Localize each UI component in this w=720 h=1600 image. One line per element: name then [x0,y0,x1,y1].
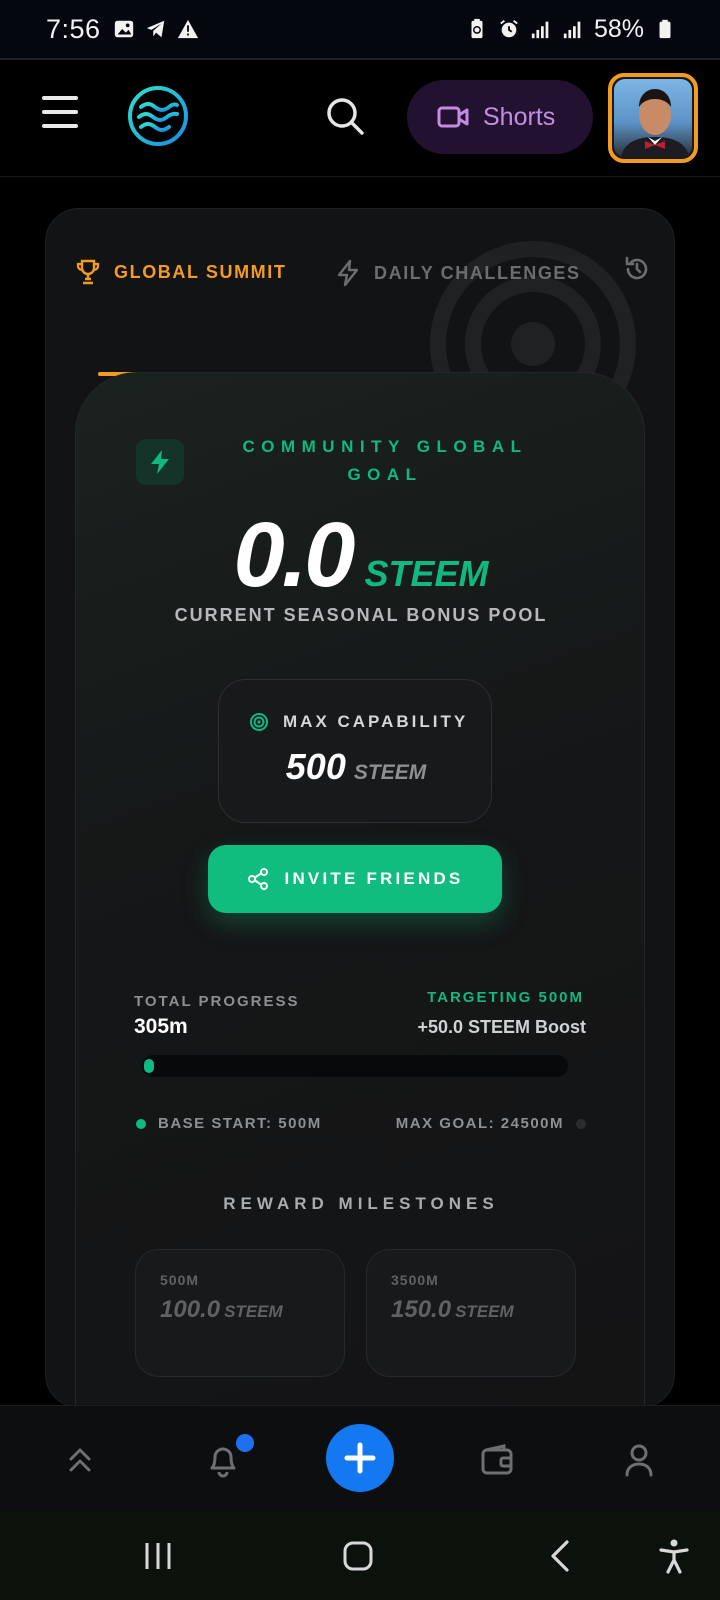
signal-icon [563,21,581,39]
alarm-icon [500,20,518,38]
milestone-unit: STEEM [455,1302,514,1321]
milestone-reward: 100.0 STEEM [160,1296,283,1324]
history-icon[interactable] [623,255,651,283]
max-capability-card: MAX CAPABILITY 500 STEEM [218,679,492,823]
tab-global-label: GLOBAL SUMMIT [114,261,287,282]
avatar[interactable] [608,73,698,163]
recents-icon [145,1543,171,1569]
milestone-threshold: 3500M [391,1272,439,1288]
telegram-icon [146,20,164,38]
recents-button[interactable] [138,1536,178,1576]
status-bar: 7:56 58% [0,0,720,58]
max-goal-label: MAX GOAL: 24500M [395,1115,564,1132]
global-goal-panel: COMMUNITY GLOBAL GOAL 0.0 STEEM CURRENT … [75,372,646,1407]
pool-value: 0.0 [233,504,356,606]
accessibility-button[interactable] [654,1536,694,1576]
progress-value: 305m [134,1015,188,1038]
create-post-button[interactable] [326,1424,394,1492]
progress-fill [144,1059,154,1073]
battery-percent: 58% [593,14,644,43]
app-bar: Shorts [0,60,720,176]
signal-4g-icon [531,21,549,39]
warning-icon [177,19,198,39]
capability-unit: STEEM [353,761,427,784]
battery-icon [659,19,671,39]
battery-saver-icon [471,18,483,39]
milestone-amount: 100.0 [160,1296,221,1323]
milestone-unit: STEEM [224,1302,283,1321]
status-system-icons: 58% [466,15,676,44]
max-goal: MAX GOAL: 24500M [396,1115,586,1132]
system-navigation-bar [0,1510,720,1600]
milestone-amount: 150.0 [391,1296,452,1323]
status-time: 7:56 [46,13,101,44]
video-camera-icon [437,106,469,128]
boost-value: +50.0 STEEM Boost [417,1017,586,1037]
milestones-title: REWARD MILESTONES [223,1194,499,1213]
home-icon [343,1541,373,1571]
bolt-icon [337,259,359,287]
nav-profile[interactable] [619,1440,659,1480]
wallet-icon [481,1444,513,1475]
waves-logo-icon[interactable] [127,85,189,147]
challenges-card: GLOBAL SUMMIT DAILY CHALLENGES COMMUNITY… [45,208,675,1408]
base-start: BASE START: 500M [136,1115,322,1132]
image-icon [114,20,133,38]
capability-header: MAX CAPABILITY [249,712,468,732]
app-bar-divider [0,176,720,177]
shorts-button[interactable]: Shorts [407,80,593,154]
bolt-icon [151,450,169,474]
back-icon [551,1540,569,1572]
milestone-card: 3500M 150.0 STEEM [366,1249,576,1377]
share-icon [247,868,268,890]
capability-value: 500 [285,746,346,787]
capability-value-row: 500 STEEM [219,746,493,788]
menu-icon[interactable] [42,96,78,128]
tab-daily-challenges[interactable]: DAILY CHALLENGES [336,259,581,287]
search-icon[interactable] [325,96,365,136]
goal-badge [136,439,184,485]
milestone-reward: 150.0 STEEM [391,1296,514,1324]
targeting-label: TARGETING 500M [427,989,584,1006]
invite-label: INVITE FRIENDS [284,869,464,888]
pool-caption: CURRENT SEASONAL BONUS POOL [174,605,548,625]
plus-icon [344,1442,376,1474]
progress-label: TOTAL PROGRESS [134,993,300,1010]
nav-wallet[interactable] [477,1440,517,1480]
status-notification-icons [113,18,199,40]
tab-bar: GLOBAL SUMMIT DAILY CHALLENGES [46,256,674,376]
accessibility-icon [659,1539,689,1574]
home-button[interactable] [338,1536,378,1576]
milestone-card: 500M 100.0 STEEM [135,1249,345,1377]
chevrons-up-icon [69,1448,91,1472]
max-goal-dot [576,1118,586,1129]
trophy-icon [76,259,100,285]
shorts-label: Shorts [483,102,556,131]
back-button[interactable] [540,1536,580,1576]
bonus-pool: 0.0 STEEM [76,503,646,608]
goal-title: COMMUNITY GLOBAL GOAL [242,437,528,484]
capability-label: MAX CAPABILITY [283,712,469,731]
target-icon [250,713,268,731]
nav-home[interactable] [60,1440,100,1480]
avatar-photo [620,89,690,157]
invite-friends-button[interactable]: INVITE FRIENDS [208,845,502,913]
progress-bar [142,1055,568,1077]
base-start-dot [136,1118,146,1129]
milestone-threshold: 500M [160,1272,200,1288]
bell-icon [210,1447,236,1478]
tab-global-summit[interactable]: GLOBAL SUMMIT [76,259,286,285]
base-start-label: BASE START: 500M [158,1115,322,1132]
bottom-nav [0,1405,720,1510]
tab-daily-label: DAILY CHALLENGES [374,262,581,283]
profile-icon [625,1444,653,1477]
notification-badge [236,1434,254,1452]
pool-unit: STEEM [364,553,489,594]
